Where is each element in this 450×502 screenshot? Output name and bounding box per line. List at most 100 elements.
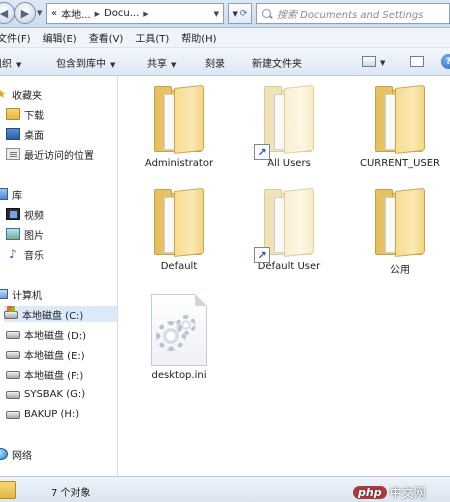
folder-current-user[interactable]: CURRENT_USER	[350, 84, 450, 169]
file-desktop-ini[interactable]: desktop.ini	[129, 294, 229, 381]
watermark: php 中文网	[353, 484, 426, 501]
nav-computer[interactable]: 计算机	[0, 286, 42, 302]
nav-desktop-label: 桌面	[24, 130, 44, 142]
burn-button[interactable]: 刻录	[205, 55, 225, 70]
watermark-brand: php	[353, 486, 387, 499]
back-button[interactable]: ◀	[0, 2, 15, 24]
navigation-pane: ★ 收藏夹 下载 桌面 最近访问的位置 库 视频 图片 ♪ 音乐 计算机 本地磁…	[0, 76, 118, 476]
recent-places-icon	[6, 148, 20, 160]
drive-icon	[6, 411, 20, 419]
chevron-down-icon: ▼	[110, 61, 116, 69]
nav-music-label: 音乐	[24, 250, 44, 262]
file-label: CURRENT_USER	[359, 158, 441, 169]
computer-icon	[0, 289, 8, 299]
file-list: Administrator ↗ All Users CURRENT_USER D…	[119, 76, 450, 476]
nav-network-label: 网络	[12, 450, 32, 462]
folder-icon	[0, 481, 16, 499]
chevron-right-icon[interactable]: ▶	[95, 10, 100, 18]
search-box[interactable]: 搜索 Documents and Settings	[256, 3, 450, 24]
folder-default[interactable]: Default	[129, 187, 229, 272]
forward-arrow-icon: ▶	[20, 6, 30, 20]
file-label: Default	[160, 261, 198, 272]
share-label: 共享	[147, 59, 167, 70]
nav-drive-c[interactable]: 本地磁盘 (C:)	[4, 306, 117, 322]
file-label: Administrator	[144, 158, 214, 169]
menu-file[interactable]: 文件(F)	[0, 30, 37, 45]
nav-drive-g[interactable]: SYSBAK (G:)	[6, 386, 85, 402]
nav-videos[interactable]: 视频	[6, 206, 44, 222]
nav-computer-label: 计算机	[12, 290, 42, 302]
breadcrumb-overflow[interactable]: «	[51, 8, 57, 19]
help-icon[interactable]: ?	[441, 54, 450, 69]
include-in-library-button[interactable]: 包含到库中 ▼	[56, 55, 115, 70]
nav-recent-places[interactable]: 最近访问的位置	[6, 146, 94, 162]
nav-downloads-label: 下载	[24, 110, 44, 122]
nav-recent-label: 最近访问的位置	[24, 150, 94, 162]
desktop-icon	[6, 128, 20, 140]
dropdown-arrow-icon: ▼	[232, 9, 238, 18]
breadcrumb-item-documents[interactable]: Docu...	[104, 8, 139, 19]
nav-drive-h[interactable]: BAKUP (H:)	[6, 406, 79, 422]
nav-drive-c-label: 本地磁盘 (C:)	[22, 310, 84, 322]
nav-pictures[interactable]: 图片	[6, 226, 44, 242]
folder-icon	[152, 84, 206, 154]
drive-icon	[6, 331, 20, 339]
search-input[interactable]: 搜索 Documents and Settings	[277, 6, 423, 21]
menu-tools[interactable]: 工具(T)	[129, 30, 175, 45]
network-icon	[0, 448, 8, 460]
folder-all-users[interactable]: ↗ All Users	[239, 84, 339, 169]
folder-public[interactable]: 公用	[350, 187, 450, 276]
breadcrumb[interactable]: « 本地... ▶ Docu... ▶ ▼	[46, 3, 224, 24]
preview-pane-icon[interactable]	[410, 56, 424, 67]
nav-drive-f[interactable]: 本地磁盘 (F:)	[6, 366, 83, 382]
view-dropdown-arrow[interactable]: ▼	[380, 57, 385, 68]
change-view-icon[interactable]	[362, 56, 376, 67]
folder-icon	[373, 84, 427, 154]
new-folder-button[interactable]: 新建文件夹	[252, 55, 302, 70]
item-count: 7 个对象	[51, 488, 91, 499]
chevron-down-icon[interactable]: ▼	[214, 10, 219, 18]
breadcrumb-item-local-disk[interactable]: 本地...	[61, 6, 91, 21]
nav-network[interactable]: 网络	[0, 446, 32, 462]
folder-default-user[interactable]: ↗ Default User	[239, 187, 339, 272]
nav-pictures-label: 图片	[24, 230, 44, 242]
shortcut-arrow-icon: ↗	[254, 144, 270, 160]
nav-downloads[interactable]: 下载	[6, 106, 44, 122]
nav-drive-d[interactable]: 本地磁盘 (D:)	[6, 326, 86, 342]
command-bar: 组织 ▼ 包含到库中 ▼ 共享 ▼ 刻录 新建文件夹 ▼ ?	[0, 48, 450, 76]
nav-drive-e-label: 本地磁盘 (E:)	[24, 350, 85, 362]
nav-drive-e[interactable]: 本地磁盘 (E:)	[6, 346, 85, 362]
pictures-icon	[6, 228, 20, 240]
forward-button[interactable]: ▶	[14, 2, 36, 24]
menu-bar: 文件(F) 编辑(E) 查看(V) 工具(T) 帮助(H)	[0, 28, 450, 48]
menu-help[interactable]: 帮助(H)	[175, 30, 222, 45]
menu-edit[interactable]: 编辑(E)	[37, 30, 83, 45]
folder-icon: ↗	[254, 84, 316, 160]
nav-favorites[interactable]: ★ 收藏夹	[0, 86, 42, 102]
refresh-icon: ⟳	[239, 8, 248, 19]
chevron-right-icon[interactable]: ▶	[143, 10, 148, 18]
drive-icon	[6, 371, 20, 379]
shortcut-arrow-icon: ↗	[254, 247, 270, 263]
drive-icon	[6, 391, 20, 399]
recent-pages-dropdown[interactable]: ▼	[37, 9, 42, 17]
chevron-down-icon: ▼	[171, 61, 177, 69]
organize-button[interactable]: 组织 ▼	[0, 55, 21, 70]
share-button[interactable]: 共享 ▼	[147, 55, 176, 70]
back-arrow-icon: ◀	[0, 6, 9, 20]
nav-drive-d-label: 本地磁盘 (D:)	[24, 330, 87, 342]
downloads-folder-icon	[6, 108, 20, 120]
videos-icon	[6, 208, 20, 220]
nav-music[interactable]: ♪ 音乐	[6, 246, 44, 262]
nav-drive-h-label: BAKUP (H:)	[24, 408, 80, 420]
nav-desktop[interactable]: 桌面	[6, 126, 44, 142]
folder-administrator[interactable]: Administrator	[129, 84, 229, 169]
chevron-down-icon: ▼	[16, 61, 22, 69]
libraries-icon	[0, 188, 8, 200]
watermark-site: 中文网	[389, 486, 426, 500]
menu-view[interactable]: 查看(V)	[83, 30, 130, 45]
refresh-button[interactable]: ▼ ⟳	[228, 3, 252, 24]
nav-libraries[interactable]: 库	[0, 186, 22, 202]
nav-videos-label: 视频	[24, 210, 44, 222]
folder-icon	[373, 187, 427, 257]
